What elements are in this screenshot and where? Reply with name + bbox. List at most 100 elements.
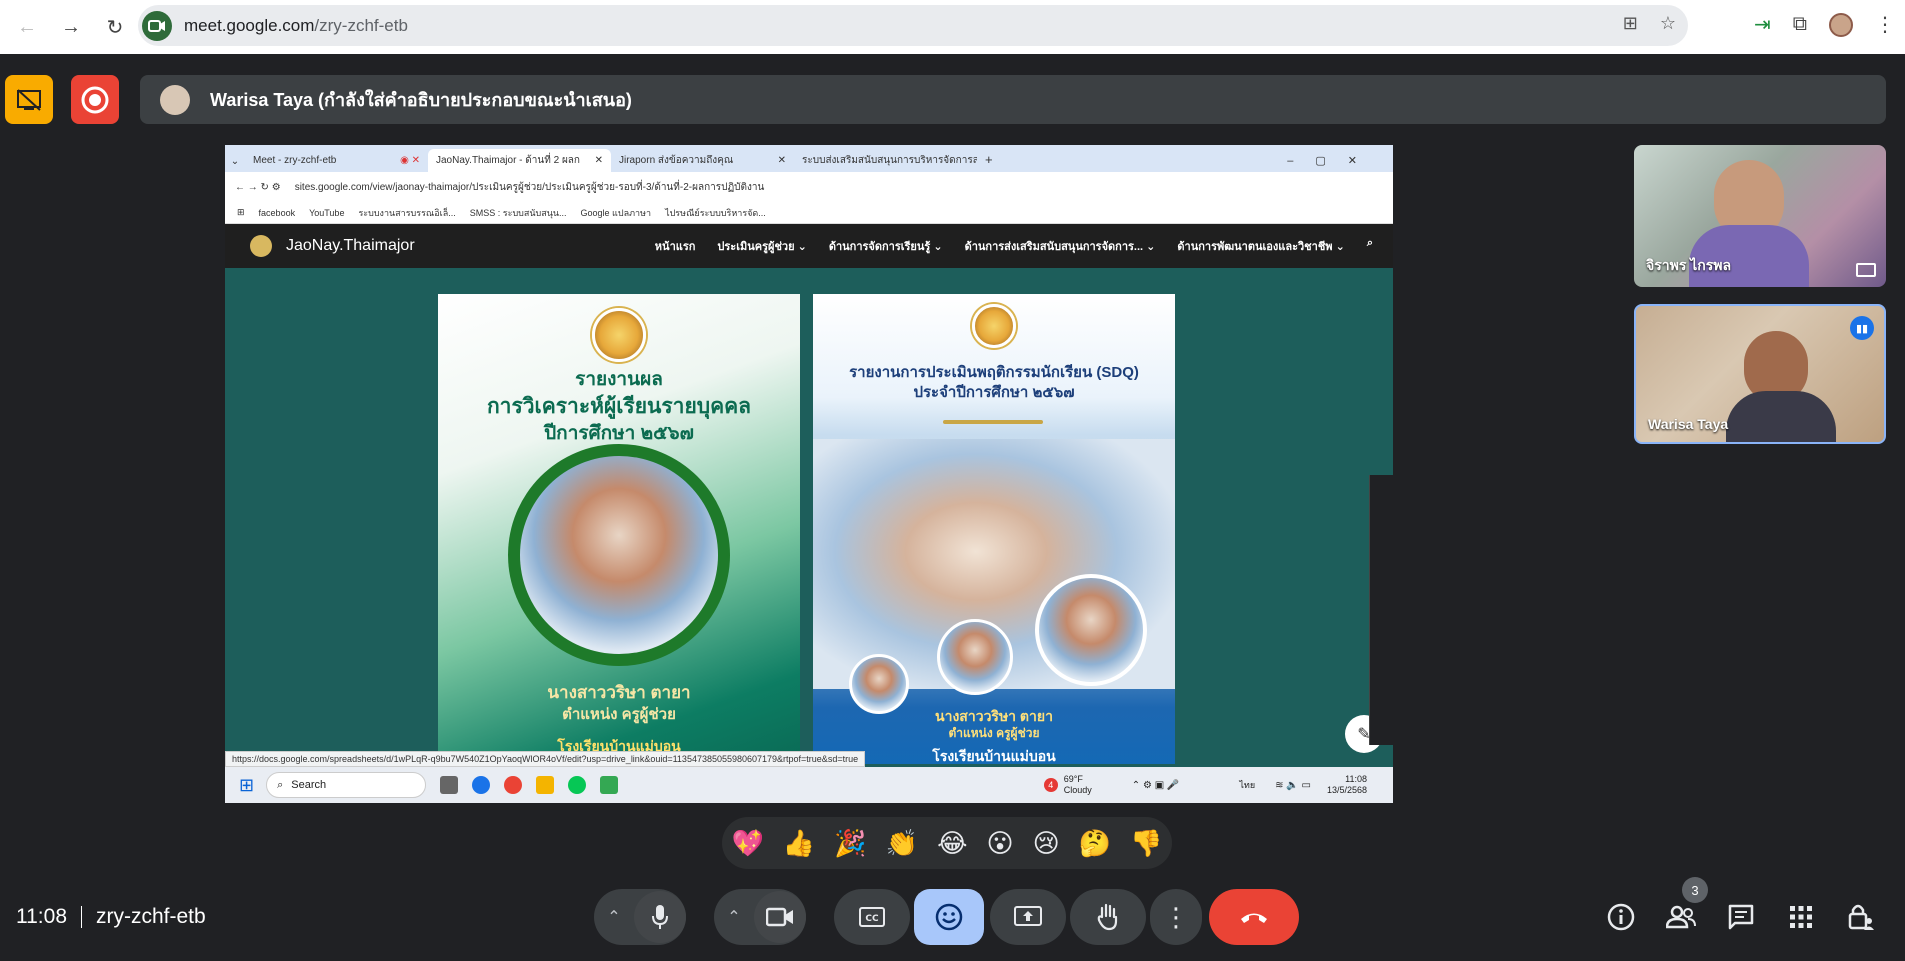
- reaction-surprised[interactable]: 😮: [986, 828, 1013, 859]
- site-nav-item: ประเมินครูผู้ช่วย ⌄: [717, 241, 807, 253]
- more-menu-icon[interactable]: ⋮: [1875, 12, 1895, 37]
- participant-name: จิราพร ไกรพล: [1646, 257, 1732, 273]
- svg-text:CC: CC: [865, 914, 879, 924]
- taskbar-search-label: Search: [291, 779, 327, 791]
- chat-button[interactable]: [1726, 902, 1756, 932]
- shared-tab-site: JaoNay.Thaimajor - ด้านที่ 2 ผลก ✕: [428, 149, 611, 172]
- activities-button[interactable]: [1786, 902, 1816, 932]
- windows-taskbar: ⊞ ⌕ Search 4 69°F Cloudy ⌃ ⚙ ▣ 🎤 ไทย ≋ 🔈 ▭…: [225, 767, 1393, 803]
- site-nav-item: ด้านการจัดการเรียนรู้ ⌄: [828, 241, 943, 253]
- camera-control-group: ⌃: [714, 888, 806, 946]
- meeting-code: zry-zchf-etb: [96, 905, 206, 928]
- reaction-tears-of-joy[interactable]: 😂: [937, 828, 967, 859]
- link-status-url: https://docs.google.com/spreadsheets/d/1…: [225, 751, 866, 767]
- weather-text: Cloudy: [1063, 785, 1092, 795]
- sign-in-icon[interactable]: ⇥: [1754, 12, 1771, 37]
- chat-icon: [1728, 904, 1754, 930]
- taskview-icon: [440, 776, 459, 794]
- reaction-thumbs-up[interactable]: 👍: [783, 828, 815, 859]
- site-header: JaoNay.Thaimajor หน้าแรก ประเมินครูผู้ช่…: [225, 224, 1393, 268]
- present-screen-button[interactable]: [990, 889, 1066, 945]
- meet-site-icon[interactable]: [142, 10, 172, 41]
- pip-icon[interactable]: [1856, 263, 1876, 277]
- back-icon[interactable]: ←: [10, 10, 44, 44]
- profile-avatar[interactable]: [1829, 12, 1853, 37]
- school-seal-icon: [592, 308, 646, 362]
- app-icon: [600, 776, 619, 794]
- reaction-party-popper[interactable]: 🎉: [834, 828, 866, 859]
- reaction-sparkling-heart[interactable]: 💖: [732, 828, 764, 859]
- bookmark-item: YouTube: [309, 207, 345, 218]
- info-icon: [1607, 903, 1635, 931]
- site-nav: หน้าแรก ประเมินครูผู้ช่วย ⌄ ด้านการจัดกา…: [655, 237, 1373, 255]
- more-options-button[interactable]: ⋮: [1150, 889, 1202, 945]
- recording-button[interactable]: [71, 75, 119, 124]
- mic-control-group: ⌃: [594, 888, 686, 946]
- mic-options-chevron-icon[interactable]: ⌃: [594, 907, 634, 927]
- weather-badge: 4: [1043, 778, 1058, 792]
- camera-icon: [766, 907, 793, 927]
- host-controls-button[interactable]: [1846, 902, 1876, 932]
- reaction-thinking[interactable]: 🤔: [1079, 828, 1111, 859]
- emoji-icon: [935, 903, 963, 931]
- file-explorer-icon: [536, 776, 555, 794]
- apps-grid-icon: [1790, 906, 1812, 928]
- mirrored-meet-panel: [1369, 475, 1393, 745]
- shared-screen: ⌄ Meet - zry-zchf-etb ◉ ✕ JaoNay.Thaimajo…: [225, 145, 1393, 803]
- captions-button[interactable]: CC: [834, 889, 910, 945]
- leave-call-button[interactable]: [1209, 889, 1299, 945]
- site-nav-item: ด้านการส่งเสริมสนับสนุนการจัดการ... ⌄: [964, 241, 1156, 253]
- forward-icon[interactable]: →: [54, 10, 88, 44]
- translate-icon[interactable]: ⊞: [1623, 13, 1638, 34]
- participant-video: [1726, 391, 1836, 442]
- emoji-reactions-button[interactable]: [914, 889, 984, 945]
- extensions-icon[interactable]: ⧉: [1793, 13, 1807, 36]
- meeting-details-button[interactable]: [1606, 902, 1636, 932]
- bookmark-star-icon[interactable]: ☆: [1660, 13, 1676, 34]
- poster1-position: ตำแหน่ง ครูผู้ช่วย: [562, 706, 676, 723]
- tab-label: JaoNay.Thaimajor - ด้านที่ 2 ผลก: [436, 155, 580, 166]
- present-screen-icon: [1014, 906, 1042, 926]
- bookmark-item: ระบบงานสารบรรณอิเล็...: [358, 207, 456, 218]
- microphone-icon: [652, 905, 668, 929]
- people-count-badge: 3: [1682, 877, 1708, 903]
- meeting-clock: 11:08: [16, 905, 67, 928]
- bookmark-item: facebook: [258, 207, 296, 218]
- shared-tab-facebook: Jiraporn ส่งข้อความถึงคุณ ✕: [619, 155, 786, 166]
- network-sound-icons: ≋ 🔈 ▭: [1275, 779, 1311, 791]
- shared-tab-strip: ⌄ Meet - zry-zchf-etb ◉ ✕ JaoNay.Thaimajo…: [225, 145, 1393, 172]
- bookmark-item: SMSS : ระบบสนับสนุน...: [469, 207, 567, 218]
- participant-name: Warisa Taya: [1648, 416, 1729, 432]
- reload-icon[interactable]: ↻: [98, 10, 132, 44]
- participant-tile-active[interactable]: Warisa Taya ▮▮: [1634, 304, 1886, 444]
- taskbar-time: 11:08: [1345, 774, 1367, 784]
- end-call-icon: [1241, 913, 1267, 923]
- participant-tile[interactable]: จิราพร ไกรพล: [1634, 145, 1886, 287]
- reaction-crying[interactable]: 😢: [1033, 828, 1060, 859]
- raise-hand-button[interactable]: [1070, 889, 1146, 945]
- address-bar[interactable]: meet.google.com/zry-zchf-etb ⊞ ☆: [138, 5, 1688, 46]
- stop-presenting-button[interactable]: [5, 75, 53, 124]
- poster2-school: โรงเรียนบ้านแม่บอน: [932, 748, 1056, 764]
- site-search-icon: ⌕: [1366, 237, 1373, 249]
- input-language: ไทย: [1239, 780, 1256, 790]
- microphone-button[interactable]: [634, 891, 686, 943]
- search-icon: ⌕: [277, 778, 284, 791]
- shared-address-text: sites.google.com/view/jaonay-thaimajor/ป…: [294, 181, 765, 193]
- reaction-thumbs-down[interactable]: 👎: [1130, 828, 1162, 859]
- presenter-banner-text: Warisa Taya (กำลังใส่คำอธิบายประกอบขณะนำ…: [210, 90, 632, 110]
- poster2-position: ตำแหน่ง ครูผู้ช่วย: [948, 726, 1040, 740]
- presenter-banner: Warisa Taya (กำลังใส่คำอธิบายประกอบขณะนำ…: [140, 75, 1886, 124]
- camera-button[interactable]: [754, 891, 806, 943]
- reaction-clapping[interactable]: 👏: [886, 828, 918, 859]
- url-text[interactable]: meet.google.com/zry-zchf-etb: [184, 16, 408, 36]
- poster2-line2: ประจำปีการศึกษา ๒๕๖๗: [913, 384, 1075, 401]
- people-button[interactable]: 3: [1666, 877, 1708, 932]
- meeting-info: 11:08 zry-zchf-etb: [16, 905, 206, 929]
- taskbar-search: ⌕ Search: [266, 772, 427, 798]
- shared-bookmarks-bar: ⊞ facebook YouTube ระบบงานสารบรรณอิเล็..…: [225, 202, 1393, 224]
- raise-hand-icon: [1097, 903, 1118, 931]
- weather-temp: 69°F: [1063, 774, 1083, 784]
- camera-options-chevron-icon[interactable]: ⌃: [714, 907, 754, 927]
- inset-photo: [849, 654, 909, 714]
